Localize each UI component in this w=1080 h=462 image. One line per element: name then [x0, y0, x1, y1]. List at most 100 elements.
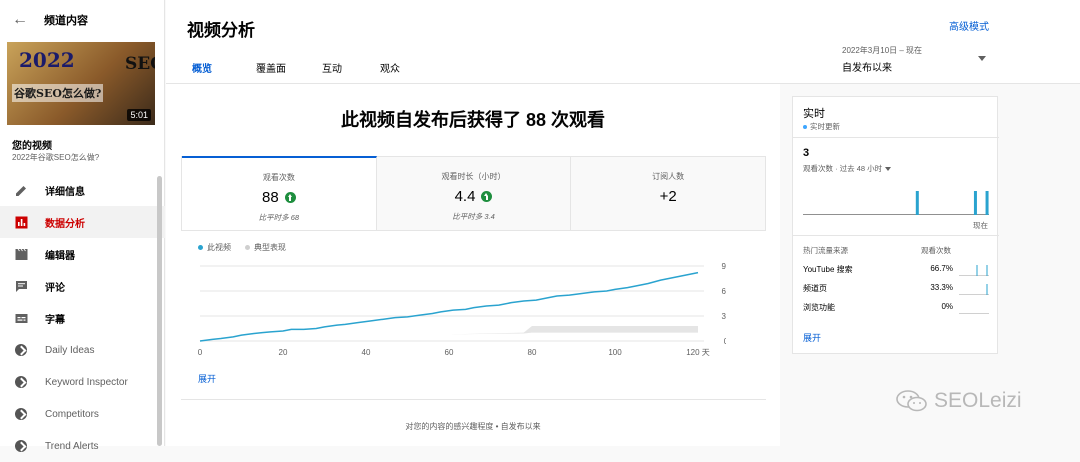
- extension-icon: [14, 439, 28, 453]
- legend-this-video: 此视频: [198, 242, 231, 253]
- sidebar-item-label: Keyword Inspector: [45, 376, 128, 388]
- y-tick-label: 0: [724, 337, 726, 346]
- sources-header-views: 观看次数: [921, 246, 951, 255]
- sidebar-item-trend-alerts[interactable]: Trend Alerts: [0, 430, 165, 462]
- expand-link[interactable]: 展开: [198, 372, 216, 385]
- source-percent: 0%: [941, 302, 953, 311]
- metric-value-row: +2: [571, 188, 765, 205]
- interest-footer: 对您的内容的感兴趣程度 • 自发布以来: [405, 422, 541, 431]
- sidebar-item-label: 数据分析: [45, 218, 85, 230]
- subtitles-icon: [14, 311, 28, 325]
- overview-headline: 此视频自发布后获得了 88 次观看: [340, 110, 606, 130]
- source-sparkline: [959, 265, 989, 276]
- sidebar-item-label: 详细信息: [45, 186, 85, 198]
- legend-typical: 典型表现: [245, 242, 286, 253]
- page-title: 视频分析: [187, 21, 255, 40]
- watermark: SEOLeizi: [896, 389, 1022, 413]
- metric-tabs: 观看次数 88 比平时多 68 观看时长（小时） 4.4 比平时多 3.4 订阅…: [181, 156, 766, 231]
- sidebar-item-label: Daily Ideas: [45, 344, 95, 356]
- realtime-bar: [985, 191, 989, 215]
- y-tick-label: 30: [722, 312, 726, 321]
- live-dot-icon: [803, 125, 807, 130]
- sidebar-nav: 详细信息 数据分析 编辑器 评论 字幕 Daily Ideas Keyword …: [0, 174, 165, 462]
- realtime-bar-chart: [803, 191, 989, 215]
- source-percent: 33.3%: [930, 283, 953, 292]
- sidebar-scrollbar[interactable]: [157, 176, 162, 446]
- editor-icon: [14, 247, 28, 261]
- metric-watch-time[interactable]: 观看时长（小时） 4.4 比平时多 3.4: [376, 157, 572, 230]
- x-tick-label: 60: [445, 348, 454, 357]
- source-sparkline: [959, 313, 989, 314]
- x-tick-label: 0: [198, 348, 203, 357]
- source-percent: 66.7%: [930, 264, 953, 273]
- source-name: YouTube 搜索: [803, 265, 853, 274]
- sidebar-item-label: 编辑器: [45, 250, 75, 262]
- realtime-subtitle: 实时更新: [803, 121, 840, 132]
- sparkline-bar: [986, 284, 988, 295]
- sidebar-item-subtitles[interactable]: 字幕: [0, 302, 165, 334]
- extension-icon: [14, 343, 28, 357]
- source-row: YouTube 搜索 66.7%: [803, 262, 989, 278]
- sidebar-item-comments[interactable]: 评论: [0, 270, 165, 302]
- x-tick-label: 80: [528, 348, 537, 357]
- extension-icon: [14, 375, 28, 389]
- metric-value-row: 88: [182, 189, 376, 206]
- source-row: 浏览功能 0%: [803, 300, 989, 316]
- chevron-down-icon[interactable]: [978, 56, 986, 61]
- sidebar-item-analytics[interactable]: 数据分析: [0, 206, 165, 238]
- y-tick-label: 60: [722, 287, 726, 296]
- source-name: 浏览功能: [803, 303, 835, 312]
- video-duration: 5:01: [127, 109, 151, 121]
- sidebar-item-label: 字幕: [45, 314, 65, 326]
- realtime-divider: [793, 235, 999, 236]
- sidebar-title: 频道内容: [44, 15, 88, 27]
- card-divider: [181, 399, 766, 400]
- sparkline-bar: [986, 265, 988, 276]
- watermark-text: SEOLeizi: [934, 389, 1022, 412]
- sidebar-item-label: Trend Alerts: [45, 440, 99, 452]
- sources-header-name: 热门流量来源: [803, 246, 848, 255]
- sidebar-item-label: Competitors: [45, 408, 99, 420]
- metric-views[interactable]: 观看次数 88 比平时多 68: [182, 156, 377, 230]
- metric-label: 订阅人数: [652, 172, 685, 181]
- date-range-selector[interactable]: 2022年3月10日 – 现在 自发布以来: [842, 45, 922, 74]
- video-thumbnail[interactable]: 2022 谷歌SEO怎么做? SEO 5:01: [7, 42, 155, 125]
- x-tick-label: 100: [608, 348, 622, 357]
- realtime-divider: [793, 137, 999, 138]
- trend-up-icon: [481, 191, 493, 202]
- source-sparkline: [959, 284, 989, 295]
- video-name: 2022年谷歌SEO怎么做?: [12, 153, 100, 162]
- y-tick-label: 90: [722, 262, 726, 271]
- metric-subscribers[interactable]: 订阅人数 +2: [571, 157, 766, 230]
- thumbnail-text: 谷歌SEO怎么做?: [12, 84, 104, 102]
- metric-label: 观看次数: [262, 173, 295, 182]
- analytics-icon: [14, 215, 28, 229]
- sparkline-bar: [976, 265, 978, 276]
- realtime-period-select[interactable]: 观看次数 · 过去 48 小时: [803, 163, 892, 174]
- metric-label: 观看时长（小时）: [441, 172, 506, 181]
- your-video-label: 您的视频: [12, 141, 52, 152]
- metric-value: 88: [261, 189, 279, 206]
- metric-value: +2: [659, 188, 677, 205]
- metric-value-row: 4.4: [377, 188, 571, 205]
- x-tick-label: 120 天: [686, 348, 710, 357]
- chevron-down-icon: [885, 167, 892, 172]
- pencil-icon: [14, 183, 28, 197]
- extension-icon: [14, 407, 28, 421]
- x-tick-label: 20: [279, 348, 288, 357]
- typical-range-area: [200, 326, 698, 341]
- source-name: 频道页: [803, 284, 827, 293]
- sidebar-item-editor[interactable]: 编辑器: [0, 238, 165, 270]
- sidebar-item-details[interactable]: 详细信息: [0, 174, 165, 206]
- sidebar: ← 频道内容 2022 谷歌SEO怎么做? SEO 5:01 您的视频 2022…: [0, 0, 165, 452]
- realtime-expand-link[interactable]: 展开: [803, 331, 821, 344]
- sidebar-item-competitors[interactable]: Competitors: [0, 398, 165, 430]
- metric-compare: 比平时多 68: [258, 213, 300, 222]
- advanced-mode-link[interactable]: 高级模式: [949, 18, 989, 33]
- x-tick-label: 40: [362, 348, 371, 357]
- sidebar-item-keyword-inspector[interactable]: Keyword Inspector: [0, 366, 165, 398]
- back-arrow-icon[interactable]: ←: [12, 11, 32, 29]
- wechat-icon: [896, 390, 927, 412]
- realtime-count: 3: [803, 147, 810, 159]
- sidebar-item-daily-ideas[interactable]: Daily Ideas: [0, 334, 165, 366]
